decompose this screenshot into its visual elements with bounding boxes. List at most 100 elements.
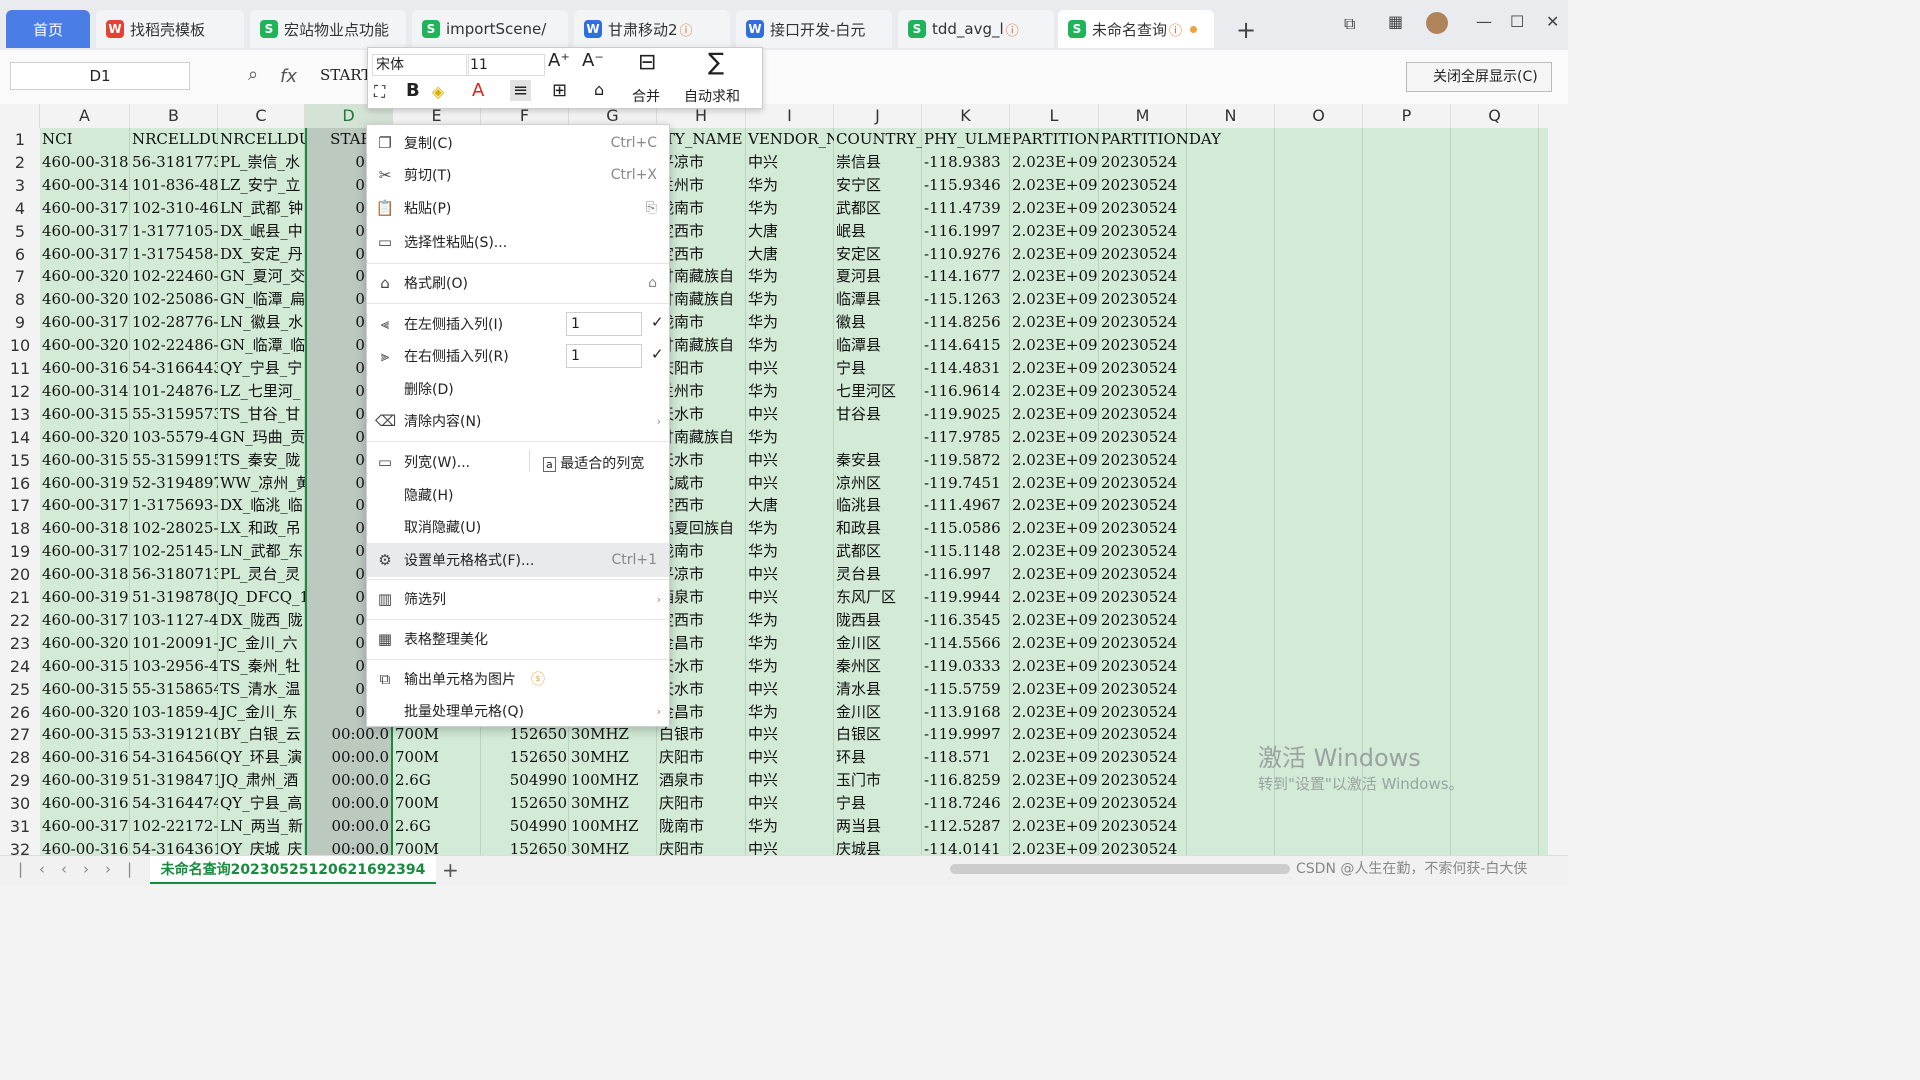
menu-paste-special[interactable]: ▭ 选择性粘贴(S)... (367, 226, 669, 258)
close-icon[interactable]: ✕ (1546, 12, 1559, 31)
avatar[interactable] (1426, 12, 1448, 34)
table-cell[interactable]: 460-00-316 (40, 746, 130, 769)
table-cell[interactable]: 夏河县 (834, 265, 922, 288)
table-cell[interactable]: 52-3194897 (130, 472, 218, 495)
table-cell[interactable]: 2.023E+09 (1010, 197, 1099, 220)
table-cell[interactable]: 101-24876- (130, 380, 218, 403)
table-cell[interactable]: -116.1997 (922, 220, 1010, 243)
table-cell[interactable]: 53-3191210 (130, 723, 218, 746)
table-cell[interactable]: 2.023E+09 (1010, 449, 1099, 472)
brush-pin-icon[interactable]: ⌂ (648, 275, 657, 291)
table-cell[interactable]: QY_宁县_宁 (218, 357, 305, 380)
table-cell[interactable]: 20230524 (1099, 472, 1275, 495)
bold-icon[interactable]: B (406, 80, 420, 101)
table-cell[interactable]: LZ_安宁_立 (218, 174, 305, 197)
font-color-icon[interactable]: A (472, 80, 484, 101)
table-cell[interactable]: 30MHZ (569, 792, 657, 815)
column-header-A[interactable]: A (40, 104, 130, 128)
table-cell[interactable]: 武威市 (657, 472, 746, 495)
row-header[interactable]: 26 (0, 701, 40, 724)
minimize-icon[interactable]: — (1476, 12, 1492, 31)
paste-option-icon[interactable]: ⎘ (646, 200, 657, 216)
tab-4[interactable]: W 甘肃移动2 ⓘ (574, 10, 730, 48)
best-fit-width-button[interactable]: a 最适合的列宽 (543, 453, 644, 473)
column-header-K[interactable]: K (922, 104, 1010, 128)
table-cell[interactable]: 20230524 (1099, 426, 1275, 449)
table-cell[interactable]: 460-00-318 (40, 517, 130, 540)
window-layout-icon[interactable]: ⧉ (1344, 14, 1355, 34)
table-cell[interactable]: 甘南藏族自 (657, 334, 746, 357)
table-cell[interactable]: 51-3198471 (130, 769, 218, 792)
table-cell[interactable]: 华为 (746, 426, 834, 449)
table-cell[interactable]: NRCELLDU_N (218, 128, 305, 151)
table-cell[interactable]: 102-22460- (130, 265, 218, 288)
sheet-tab[interactable]: 未命名查询20230525120621692394 (150, 856, 436, 884)
table-cell[interactable]: GN_玛曲_贡 (218, 426, 305, 449)
table-cell[interactable]: 天水市 (657, 449, 746, 472)
table-cell[interactable]: 宁县 (834, 792, 922, 815)
menu-hide[interactable]: 隐藏(H) (367, 479, 669, 511)
table-cell[interactable]: 2.023E+09 (1010, 540, 1099, 563)
row-header[interactable]: 25 (0, 678, 40, 701)
table-cell[interactable]: 101-20091- (130, 632, 218, 655)
table-cell[interactable]: 2.023E+09 (1010, 311, 1099, 334)
border-icon[interactable]: ⊞ (552, 80, 567, 101)
menu-copy[interactable]: ❐ 复制(C) Ctrl+C (367, 127, 669, 159)
table-cell[interactable]: 2.023E+09 (1010, 403, 1099, 426)
table-cell[interactable]: 20230524 (1099, 449, 1275, 472)
table-cell[interactable]: 2.023E+09 (1010, 472, 1099, 495)
table-cell[interactable]: PL_灵台_灵 (218, 563, 305, 586)
table-cell[interactable]: 2.6G (393, 815, 481, 838)
table-cell[interactable]: QY_环县_演 (218, 746, 305, 769)
row-header[interactable]: 5 (0, 220, 40, 243)
merge-button[interactable]: 合并 (632, 86, 660, 106)
decrease-font-icon[interactable]: A⁻ (582, 50, 604, 71)
menu-export-image[interactable]: ⧉ 输出单元格为图片 ⓢ (367, 663, 669, 695)
table-cell[interactable]: 20230524 (1099, 609, 1275, 632)
row-header[interactable]: 10 (0, 334, 40, 357)
align-icon[interactable]: ≡ (510, 80, 532, 101)
table-cell[interactable]: 152650 (481, 746, 569, 769)
table-cell[interactable]: 临洮县 (834, 494, 922, 517)
menu-unhide[interactable]: 取消隐藏(U) (367, 511, 669, 543)
table-cell[interactable]: VENDOR_NAM (746, 128, 834, 151)
name-box[interactable]: D1 (10, 62, 190, 90)
row-header[interactable]: 20 (0, 563, 40, 586)
table-cell[interactable]: LZ_七里河_ (218, 380, 305, 403)
table-cell[interactable]: 20230524 (1099, 655, 1275, 678)
table-cell[interactable]: 20230524 (1099, 334, 1275, 357)
table-cell[interactable]: 岷县 (834, 220, 922, 243)
menu-filter[interactable]: ▥ 筛选列 › (367, 583, 669, 615)
row-header[interactable]: 29 (0, 769, 40, 792)
table-cell[interactable]: 平凉市 (657, 151, 746, 174)
row-header[interactable]: 24 (0, 655, 40, 678)
table-cell[interactable]: 2.023E+09 (1010, 426, 1099, 449)
table-cell[interactable]: 临潭县 (834, 334, 922, 357)
table-cell[interactable]: 20230524 (1099, 311, 1275, 334)
menu-paste[interactable]: 📋 粘贴(P) ⎘ (367, 192, 669, 224)
row-header[interactable]: 22 (0, 609, 40, 632)
table-cell[interactable]: 30MHZ (569, 746, 657, 769)
table-cell[interactable]: 460-00-316 (40, 792, 130, 815)
row-header[interactable]: 8 (0, 288, 40, 311)
table-cell[interactable]: 华为 (746, 288, 834, 311)
table-cell[interactable]: TS_甘谷_甘 (218, 403, 305, 426)
table-cell[interactable]: 56-3180713 (130, 563, 218, 586)
table-cell[interactable]: -115.5759 (922, 678, 1010, 701)
table-cell[interactable]: 华为 (746, 540, 834, 563)
table-cell[interactable]: 460-00-319 (40, 472, 130, 495)
row-header[interactable]: 19 (0, 540, 40, 563)
table-cell[interactable]: 1-3177105- (130, 220, 218, 243)
table-cell[interactable]: 2.023E+09 (1010, 563, 1099, 586)
row-header[interactable]: 18 (0, 517, 40, 540)
row-header[interactable]: 9 (0, 311, 40, 334)
table-cell[interactable]: -114.8256 (922, 311, 1010, 334)
table-cell[interactable]: 甘南藏族自 (657, 265, 746, 288)
table-cell[interactable]: 天水市 (657, 403, 746, 426)
table-cell[interactable]: 2.023E+09 (1010, 815, 1099, 838)
vertical-scrollbar[interactable] (1548, 104, 1568, 855)
table-cell[interactable]: 中兴 (746, 678, 834, 701)
table-cell[interactable]: ITY_NAME (657, 128, 746, 151)
table-cell[interactable]: -113.9168 (922, 701, 1010, 724)
row-header[interactable]: 15 (0, 449, 40, 472)
